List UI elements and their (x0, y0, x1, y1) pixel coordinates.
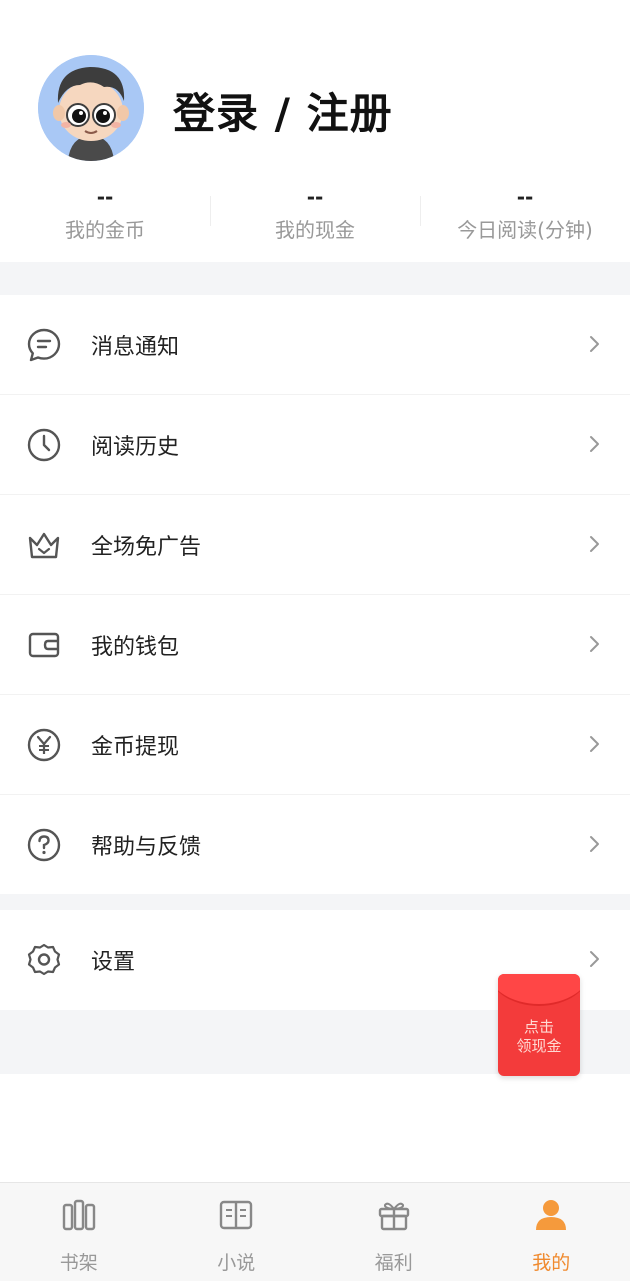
menu-item-label: 消息通知 (91, 329, 179, 361)
red-packet-line2: 领现金 (498, 1037, 580, 1056)
red-packet-line1: 点击 (498, 1018, 580, 1037)
gift-icon (376, 1197, 412, 1233)
crown-icon (26, 527, 62, 563)
stat-value: -- (0, 184, 210, 210)
person-icon (533, 1197, 569, 1233)
stat-value: -- (210, 184, 420, 210)
wallet-icon (26, 627, 62, 663)
stat-label: 今日阅读(分钟) (420, 214, 630, 243)
stat-coins[interactable]: -- 我的金币 (0, 184, 210, 254)
menu-item-notifications[interactable]: 消息通知 (0, 295, 630, 395)
menu-item-reading-history[interactable]: 阅读历史 (0, 395, 630, 495)
book-icon (218, 1197, 254, 1233)
stat-cash[interactable]: -- 我的现金 (210, 184, 420, 254)
help-icon (26, 827, 62, 863)
tab-welfare[interactable]: 福利 (315, 1183, 473, 1281)
red-packet-flap (498, 974, 580, 1006)
stat-value: -- (420, 184, 630, 210)
tab-bookshelf[interactable]: 书架 (0, 1183, 158, 1281)
tab-label: 我的 (473, 1248, 630, 1275)
menu-list: 消息通知 阅读历史 全场免广告 我的钱包 (0, 295, 630, 894)
bottom-tab-bar: 书架 小说 福利 我的 (0, 1182, 630, 1281)
login-register-link[interactable]: 登录 / 注册 (173, 80, 393, 141)
stats-row: -- 我的金币 -- 我的现金 -- 今日阅读(分钟) (0, 184, 630, 254)
menu-item-label: 我的钱包 (91, 629, 179, 661)
gear-icon (26, 942, 62, 978)
bookshelf-icon (61, 1197, 97, 1233)
menu-item-label: 全场免广告 (91, 529, 201, 561)
chevron-right-icon (588, 949, 600, 969)
tab-label: 福利 (315, 1248, 473, 1275)
stat-reading-minutes[interactable]: -- 今日阅读(分钟) (420, 184, 630, 254)
chevron-right-icon (588, 534, 600, 554)
section-divider (0, 262, 630, 295)
tab-label: 书架 (0, 1248, 158, 1275)
chevron-right-icon (588, 734, 600, 754)
menu-item-label: 帮助与反馈 (91, 829, 201, 861)
profile-header: 登录 / 注册 -- 我的金币 -- 我的现金 -- 今日阅读(分钟) (0, 0, 630, 262)
clock-icon (26, 427, 62, 463)
stat-label: 我的现金 (210, 214, 420, 243)
menu-item-help-feedback[interactable]: 帮助与反馈 (0, 795, 630, 894)
tab-label: 小说 (158, 1248, 316, 1275)
menu-item-label: 金币提现 (91, 729, 179, 761)
menu-item-ad-free[interactable]: 全场免广告 (0, 495, 630, 595)
chevron-right-icon (588, 834, 600, 854)
section-divider (0, 894, 630, 910)
red-packet-text: 点击 领现金 (498, 1018, 580, 1056)
menu-item-withdraw-coins[interactable]: 金币提现 (0, 695, 630, 795)
menu-item-label: 设置 (91, 944, 135, 976)
tab-novel[interactable]: 小说 (158, 1183, 316, 1281)
message-icon (26, 327, 62, 363)
avatar[interactable] (38, 55, 144, 161)
chevron-right-icon (588, 334, 600, 354)
menu-item-wallet[interactable]: 我的钱包 (0, 595, 630, 695)
chevron-right-icon (588, 434, 600, 454)
yen-coin-icon (26, 727, 62, 763)
tab-mine[interactable]: 我的 (473, 1183, 630, 1281)
chevron-right-icon (588, 634, 600, 654)
menu-item-label: 阅读历史 (91, 429, 179, 461)
stat-label: 我的金币 (0, 214, 210, 243)
red-packet-button[interactable]: 点击 领现金 (498, 974, 580, 1076)
